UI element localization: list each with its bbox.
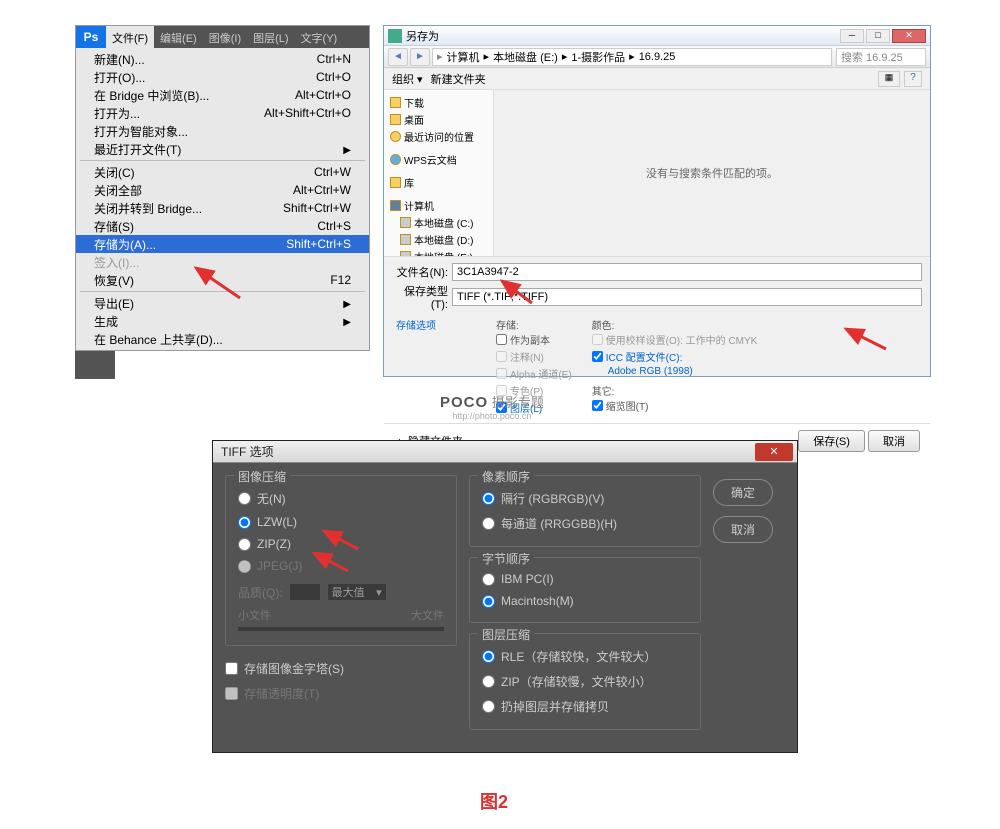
layer-compress-group: 图层压缩 RLE（存储较快，文件较大） ZIP（存储较慢，文件较小） 扔掉图层并… <box>469 633 701 730</box>
transparency-check: 存储透明度(T) <box>225 681 457 706</box>
folder-tree[interactable]: 下载 桌面 最近访问的位置 WPS云文档 库 计算机 本地磁盘 (C:) 本地磁… <box>384 90 494 256</box>
tiff-ok-button[interactable]: 确定 <box>713 479 773 506</box>
as-copy-check[interactable] <box>496 334 507 345</box>
cancel-button[interactable]: 取消 <box>868 430 920 452</box>
menu-item[interactable]: 存储为(A)...Shift+Ctrl+S <box>76 235 369 253</box>
menu-item[interactable]: 在 Bridge 中浏览(B)...Alt+Ctrl+O <box>76 86 369 104</box>
ps-window: Ps 文件(F) 编辑(E) 图像(I) 图层(L) 文字(Y) 新建(N)..… <box>75 25 370 351</box>
new-folder-button[interactable]: 新建文件夹 <box>431 71 486 87</box>
dialog-icon <box>388 29 402 43</box>
menu-item[interactable]: 最近打开文件(T)▶ <box>76 140 369 158</box>
ps-logo-icon: Ps <box>76 26 106 48</box>
icc-profile-name: Adobe RGB (1998) <box>592 366 758 377</box>
quality-input <box>289 583 321 601</box>
menu-item[interactable]: 打开(O)...Ctrl+O <box>76 68 369 86</box>
breadcrumb[interactable]: ▸ 计算机▸ 本地磁盘 (E:)▸ 1-摄影作品▸ 16.9.25 <box>432 48 832 66</box>
quality-slider <box>238 627 444 631</box>
menu-item[interactable]: 打开为智能对象... <box>76 122 369 140</box>
menu-item: 签入(I)... <box>76 253 369 271</box>
save-as-dialog: 另存为 ─ □ ✕ ◄ ► ▸ 计算机▸ 本地磁盘 (E:)▸ 1-摄影作品▸ … <box>383 25 931 377</box>
close-icon[interactable]: ✕ <box>892 29 926 43</box>
help-icon[interactable]: ? <box>904 71 922 87</box>
proof-check <box>592 334 603 345</box>
file-menu-dropdown: 新建(N)...Ctrl+N打开(O)...Ctrl+O在 Bridge 中浏览… <box>76 48 369 350</box>
menu-item[interactable]: 恢复(V)F12 <box>76 271 369 289</box>
tiff-options-dialog: TIFF 选项 ✕ 图像压缩 无(N) LZW(L) ZIP(Z) JPEG(J… <box>212 440 798 753</box>
dialog-titlebar: 另存为 ─ □ ✕ <box>384 26 930 46</box>
compress-group: 图像压缩 无(N) LZW(L) ZIP(Z) JPEG(J) 品质(Q): 最… <box>225 475 457 646</box>
thumb-check[interactable] <box>592 400 603 411</box>
pixel-per-channel[interactable]: 每通道 (RRGGBB)(H) <box>482 511 688 536</box>
quality-select: 最大值▾ <box>327 583 387 601</box>
byte-order-group: 字节顺序 IBM PC(I) Macintosh(M) <box>469 557 701 623</box>
byte-mac[interactable]: Macintosh(M) <box>482 590 688 612</box>
filetype-select[interactable] <box>452 288 922 306</box>
compress-jpeg: JPEG(J) <box>238 555 444 577</box>
menu-edit[interactable]: 编辑(E) <box>154 26 203 48</box>
search-input[interactable]: 搜索 16.9.25 <box>836 48 926 66</box>
toolbar: 组织 ▾ 新建文件夹 ▦ ? <box>384 68 930 90</box>
pixel-interleaved[interactable]: 隔行 (RGBRGB)(V) <box>482 486 688 511</box>
layer-zip[interactable]: ZIP（存储较慢，文件较小） <box>482 669 688 694</box>
layer-flatten[interactable]: 扔掉图层并存储拷贝 <box>482 694 688 719</box>
menu-item[interactable]: 导出(E)▶ <box>76 294 369 312</box>
menu-layer[interactable]: 图层(L) <box>247 26 294 48</box>
pixel-order-group: 像素顺序 隔行 (RGBRGB)(V) 每通道 (RRGGBB)(H) <box>469 475 701 547</box>
menu-item[interactable]: 生成▶ <box>76 312 369 330</box>
compress-none[interactable]: 无(N) <box>238 486 444 511</box>
menu-item[interactable]: 打开为...Alt+Shift+Ctrl+O <box>76 104 369 122</box>
maximize-icon[interactable]: □ <box>866 29 890 43</box>
alpha-check <box>496 368 507 379</box>
menu-item[interactable]: 在 Behance 上共享(D)... <box>76 330 369 348</box>
nav-bar: ◄ ► ▸ 计算机▸ 本地磁盘 (E:)▸ 1-摄影作品▸ 16.9.25 搜索… <box>384 46 930 68</box>
view-icon[interactable]: ▦ <box>878 71 900 87</box>
ps-menubar: Ps 文件(F) 编辑(E) 图像(I) 图层(L) 文字(Y) <box>76 26 369 48</box>
layer-rle[interactable]: RLE（存储较快，文件较大） <box>482 644 688 669</box>
menu-file[interactable]: 文件(F) <box>106 26 154 48</box>
menu-text[interactable]: 文字(Y) <box>295 26 344 48</box>
compress-lzw[interactable]: LZW(L) <box>238 511 444 533</box>
menu-item[interactable]: 关闭并转到 Bridge...Shift+Ctrl+W <box>76 199 369 217</box>
menu-item[interactable]: 关闭(C)Ctrl+W <box>76 163 369 181</box>
menu-item[interactable]: 新建(N)...Ctrl+N <box>76 50 369 68</box>
save-button[interactable]: 保存(S) <box>798 430 865 452</box>
storage-options-link[interactable]: 存储选项 <box>396 317 476 332</box>
tiff-cancel-button[interactable]: 取消 <box>713 516 773 543</box>
menu-image[interactable]: 图像(I) <box>203 26 247 48</box>
note-check <box>496 351 507 362</box>
organize-button[interactable]: 组织 ▾ <box>392 71 423 87</box>
menu-item[interactable]: 关闭全部Alt+Ctrl+W <box>76 181 369 199</box>
filename-input[interactable] <box>452 263 922 281</box>
tiff-titlebar: TIFF 选项 ✕ <box>213 441 797 463</box>
pyramid-check[interactable]: 存储图像金字塔(S) <box>225 656 457 681</box>
figure-caption: 图2 <box>480 788 508 814</box>
filetype-label: 保存类型(T): <box>392 283 448 311</box>
compress-zip[interactable]: ZIP(Z) <box>238 533 444 555</box>
back-button[interactable]: ◄ <box>388 48 408 66</box>
byte-ibm[interactable]: IBM PC(I) <box>482 568 688 590</box>
dialog-title: 另存为 <box>406 28 439 44</box>
forward-button[interactable]: ► <box>410 48 430 66</box>
menu-item[interactable]: 存储(S)Ctrl+S <box>76 217 369 235</box>
poco-watermark: POCO 摄影专题 http://photo.poco.cn <box>440 392 544 421</box>
tiff-close-button[interactable]: ✕ <box>755 443 793 461</box>
icc-check[interactable] <box>592 351 603 362</box>
file-list-empty: 没有与搜索条件匹配的项。 <box>494 90 930 256</box>
minimize-icon[interactable]: ─ <box>840 29 864 43</box>
filename-label: 文件名(N): <box>392 264 448 280</box>
